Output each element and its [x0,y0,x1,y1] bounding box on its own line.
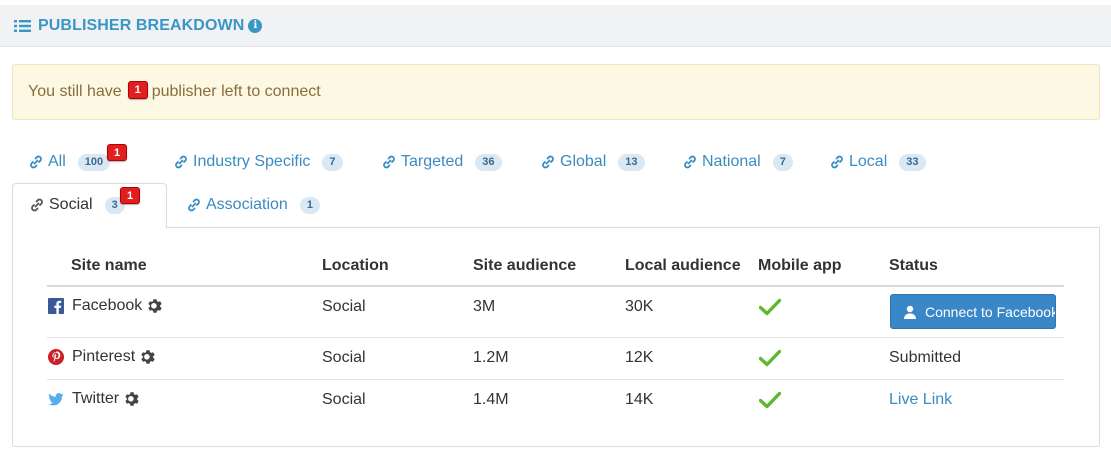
connect-to-facebook-button[interactable]: Connect to Facebook [890,294,1056,329]
tab-global[interactable]: Global 13 [540,142,645,182]
tab-count: 1 [299,196,320,214]
tab-label: Association [206,196,288,213]
alert-count-badge: 1 [127,81,148,99]
tab-alert-badge: 1 [107,144,127,161]
live-link[interactable]: Live Link [889,391,952,409]
alert-suffix: publisher left to connect [151,83,321,100]
tab-label: Social [49,196,93,213]
tab-label: National [702,153,761,170]
tab-count: 36 [475,153,502,171]
link-icon [175,155,187,169]
list-icon [14,19,31,32]
tab-count: 7 [772,153,793,171]
link-icon [383,155,395,169]
tab-count: 7 [322,153,343,171]
link-icon [31,198,43,212]
link-icon [30,155,42,169]
link-icon [831,155,843,169]
tab-panel [12,227,1100,447]
alert-prefix: You still have [28,83,122,100]
tab-social[interactable]: Social 3 1 [29,185,140,225]
tab-label: Industry Specific [193,153,311,170]
tab-label: All [48,153,66,170]
tab-all[interactable]: All 100 1 [28,142,127,182]
tab-label: Targeted [401,153,464,170]
link-icon [188,198,200,212]
tab-label: Local [849,153,888,170]
tab-alert-badge: 1 [120,187,140,204]
tab-count: 33 [899,153,926,171]
section-header: PUBLISHER BREAKDOWN i [0,5,1111,47]
tab-label: Global [560,153,607,170]
tab-national[interactable]: National 7 [682,142,793,182]
section-title: PUBLISHER BREAKDOWN [38,16,245,34]
connect-alert: You still have 1 publisher left to conne… [12,64,1100,120]
tab-count: 100 [77,153,111,171]
tab-count: 13 [618,153,645,171]
tab-industry-specific[interactable]: Industry Specific 7 [173,142,343,182]
info-icon[interactable]: i [248,18,263,33]
tab-local[interactable]: Local 33 [829,142,926,182]
button-label: Connect to Facebook [925,303,1056,320]
tab-association[interactable]: Association 1 [186,185,320,225]
link-icon [542,155,554,169]
user-icon [904,305,916,319]
tab-targeted[interactable]: Targeted 36 [381,142,502,182]
link-icon [684,155,696,169]
